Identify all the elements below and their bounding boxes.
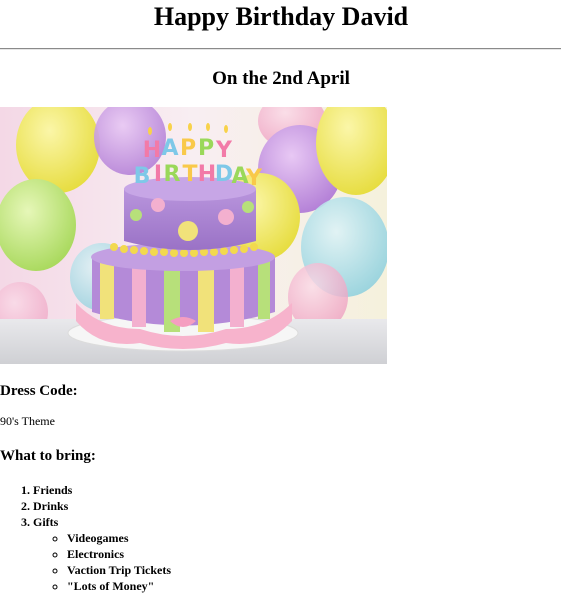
svg-text:R: R — [164, 162, 181, 187]
gift-item: "Lots of Money" — [67, 578, 171, 594]
page-title: Happy Birthday David — [153, 2, 409, 31]
gift-item: Videogames — [67, 530, 171, 546]
bring-item-label: Gifts — [33, 515, 59, 529]
bring-item-label: Drinks — [33, 499, 69, 513]
divider — [0, 48, 561, 50]
svg-text:T: T — [182, 162, 197, 187]
gift-list: Videogames Electronics Vaction Trip Tick… — [33, 530, 171, 594]
birthday-cake-image: H A P P Y B I R T H D A Y — [0, 107, 387, 364]
gift-item: Electronics — [67, 546, 171, 562]
svg-text:P: P — [198, 136, 214, 161]
what-to-bring-heading: What to bring: — [0, 448, 96, 464]
svg-text:H: H — [143, 138, 161, 163]
bring-item-label: Friends — [33, 483, 73, 497]
list-item: Friends — [33, 482, 171, 498]
svg-text:Y: Y — [245, 166, 263, 191]
svg-text:A: A — [161, 136, 178, 161]
svg-text:I: I — [154, 162, 162, 187]
page: Happy Birthday David On the 2nd April H … — [0, 0, 564, 607]
dress-code-value: 90's Theme — [0, 414, 55, 428]
event-date: On the 2nd April — [212, 68, 350, 89]
gift-item: Vaction Trip Tickets — [67, 562, 171, 578]
bring-list: Friends Drinks Gifts Videogames Electron… — [0, 482, 171, 594]
svg-text:B: B — [134, 164, 151, 189]
svg-text:D: D — [215, 162, 233, 187]
svg-text:Y: Y — [215, 138, 233, 163]
svg-text:P: P — [180, 136, 196, 161]
list-item: Drinks — [33, 498, 171, 514]
list-item: Gifts Videogames Electronics Vaction Tri… — [33, 514, 171, 594]
svg-text:H: H — [198, 162, 216, 187]
dress-code-heading: Dress Code: — [0, 383, 78, 399]
